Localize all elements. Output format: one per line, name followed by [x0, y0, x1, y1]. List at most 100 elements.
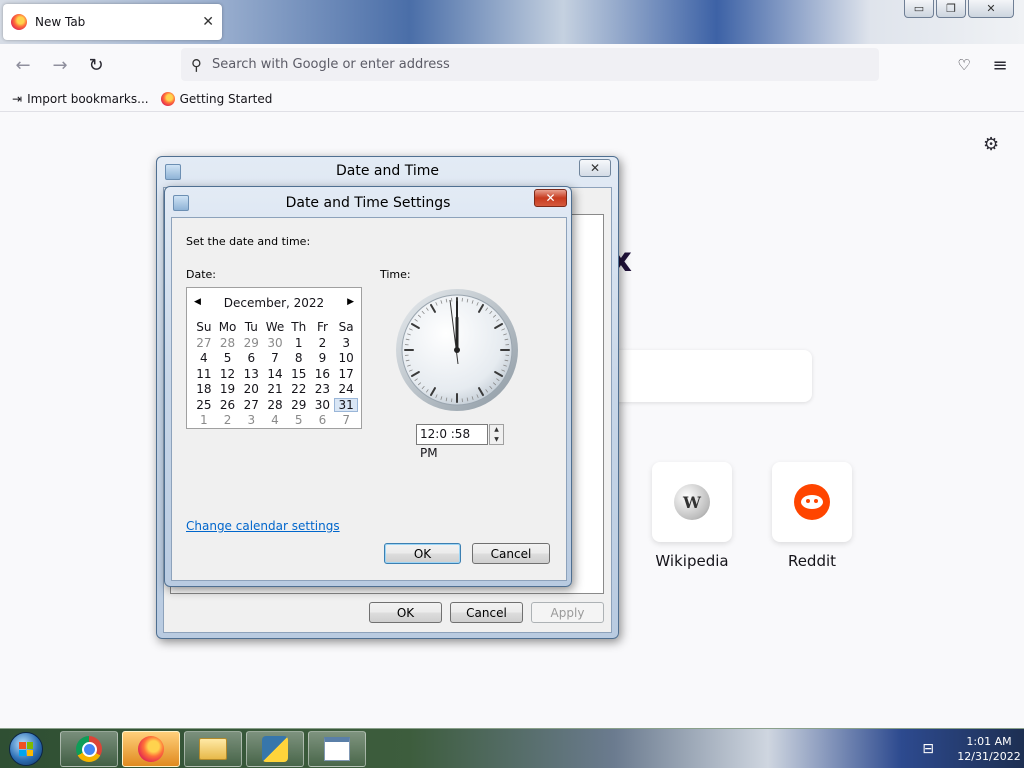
shortcut-label: Reddit	[787, 552, 837, 570]
time-spinner[interactable]: ▲ ▼	[489, 424, 504, 445]
weekday-header: Sa	[338, 320, 354, 334]
menu-icon[interactable]: ≡	[989, 54, 1011, 76]
calendar-day[interactable]: 26	[216, 398, 240, 413]
calendar-day[interactable]: 22	[287, 382, 311, 397]
calendar[interactable]: ◀ December, 2022 ▶ Su Mo Tu We Th Fr Sa 27 28 29 3…	[186, 287, 362, 429]
apply-button[interactable]: Apply	[531, 602, 604, 623]
date-time-icon	[324, 737, 350, 761]
gear-icon[interactable]: ⚙	[983, 134, 999, 155]
minimize-button[interactable]: ▭	[904, 0, 934, 18]
calendar-day[interactable]: 8	[287, 351, 311, 366]
firefox-icon	[160, 91, 175, 106]
calendar-day[interactable]: 17	[334, 367, 358, 382]
ok-button[interactable]: OK	[384, 543, 461, 564]
calendar-day[interactable]: 24	[334, 382, 358, 397]
calendar-day[interactable]: 4	[263, 413, 287, 428]
taskbar-date-time[interactable]	[308, 731, 366, 767]
calendar-day[interactable]: 23	[311, 382, 335, 397]
taskbar-explorer[interactable]	[184, 731, 242, 767]
dialog-close-button[interactable]: ✕	[579, 159, 611, 177]
calendar-month-year[interactable]: December, 2022	[187, 296, 361, 310]
url-bar[interactable]: ⚲	[181, 48, 879, 81]
instruction-text: Set the date and time:	[186, 235, 311, 248]
calendar-day[interactable]: 29	[287, 398, 311, 413]
clock-time: 1:01 AM	[966, 735, 1012, 748]
tab-close-icon[interactable]: ✕	[202, 14, 214, 30]
calendar-day[interactable]: 5	[216, 351, 240, 366]
calendar-day[interactable]: 18	[192, 382, 216, 397]
calendar-day[interactable]: 30	[263, 336, 287, 351]
calendar-day[interactable]: 28	[216, 336, 240, 351]
pocket-icon[interactable]: ♡	[953, 54, 975, 76]
calendar-day[interactable]: 29	[239, 336, 263, 351]
cancel-button[interactable]: Cancel	[472, 543, 550, 564]
network-icon[interactable]: ⊟	[922, 741, 934, 757]
calendar-day[interactable]: 14	[263, 367, 287, 382]
calendar-day[interactable]: 15	[287, 367, 311, 382]
shortcut-wikipedia[interactable]: W Wikipedia	[652, 462, 732, 570]
back-icon[interactable]: ←	[12, 54, 34, 76]
spin-up-icon[interactable]: ▲	[494, 426, 499, 433]
outer-ok-button[interactable]: OK	[369, 602, 442, 623]
calendar-day[interactable]: 3	[334, 336, 358, 351]
change-calendar-settings-link[interactable]: Change calendar settings	[186, 519, 340, 533]
dialog-close-button[interactable]: ✕	[534, 189, 567, 207]
calendar-day[interactable]: 28	[263, 398, 287, 413]
time-label: Time:	[380, 268, 411, 281]
next-month-icon[interactable]: ▶	[347, 297, 354, 307]
calendar-day[interactable]: 1	[287, 336, 311, 351]
calendar-day[interactable]: 21	[263, 382, 287, 397]
calendar-day[interactable]: 25	[192, 398, 216, 413]
spin-down-icon[interactable]: ▼	[494, 436, 499, 443]
bookmark-label: Getting Started	[179, 91, 273, 106]
restore-button[interactable]: ❐	[936, 0, 966, 18]
search-icon: ⚲	[191, 55, 202, 74]
forward-icon[interactable]: →	[49, 54, 71, 76]
close-window-button[interactable]: ✕	[968, 0, 1014, 18]
calendar-day[interactable]: 1	[192, 413, 216, 428]
calendar-day[interactable]: 6	[311, 413, 335, 428]
calendar-day[interactable]: 2	[216, 413, 240, 428]
calendar-day[interactable]: 4	[192, 351, 216, 366]
calendar-day[interactable]: 13	[239, 367, 263, 382]
windows-logo-icon	[9, 732, 43, 766]
weekday-header: We	[265, 320, 285, 334]
calendar-day[interactable]: 27	[192, 336, 216, 351]
reddit-icon	[794, 484, 830, 520]
url-input[interactable]	[212, 57, 812, 72]
bookmark-label: Import bookmarks...	[27, 91, 149, 106]
shortcut-tile: W	[652, 462, 732, 542]
calendar-day[interactable]: 10	[334, 351, 358, 366]
taskbar-firefox[interactable]	[122, 731, 180, 767]
outer-cancel-button[interactable]: Cancel	[450, 602, 523, 623]
taskbar: ⊟ 1:01 AM 12/31/2022	[0, 728, 1024, 768]
calendar-day[interactable]: 19	[216, 382, 240, 397]
calendar-day[interactable]: 9	[311, 351, 335, 366]
bookmark-import[interactable]: ⇥ Import bookmarks...	[12, 92, 149, 106]
taskbar-python[interactable]	[246, 731, 304, 767]
dialog-title: Date and Time	[336, 163, 439, 179]
calendar-day[interactable]: 16	[311, 367, 335, 382]
calendar-day[interactable]: 20	[239, 382, 263, 397]
calendar-day[interactable]: 7	[334, 413, 358, 428]
chrome-icon	[76, 736, 102, 762]
calendar-day[interactable]: 5	[287, 413, 311, 428]
calendar-day[interactable]: 2	[311, 336, 335, 351]
bookmark-getting-started[interactable]: Getting Started	[160, 91, 273, 106]
calendar-day[interactable]: 7	[263, 351, 287, 366]
start-button[interactable]	[2, 730, 50, 768]
analog-clock	[396, 289, 518, 411]
calendar-day[interactable]: 11	[192, 367, 216, 382]
taskbar-chrome[interactable]	[60, 731, 118, 767]
taskbar-clock[interactable]: 1:01 AM 12/31/2022	[954, 734, 1024, 764]
calendar-day[interactable]: 27	[239, 398, 263, 413]
calendar-day[interactable]: 31	[334, 397, 358, 412]
reload-icon[interactable]: ↻	[85, 54, 107, 76]
calendar-day[interactable]: 6	[239, 351, 263, 366]
calendar-day[interactable]: 12	[216, 367, 240, 382]
calendar-day[interactable]: 30	[311, 398, 335, 413]
time-input[interactable]: 12:0 :58 PM	[416, 424, 488, 460]
browser-tab[interactable]: New Tab ✕	[3, 4, 222, 40]
calendar-day[interactable]: 3	[239, 413, 263, 428]
shortcut-reddit[interactable]: Reddit	[772, 462, 852, 570]
